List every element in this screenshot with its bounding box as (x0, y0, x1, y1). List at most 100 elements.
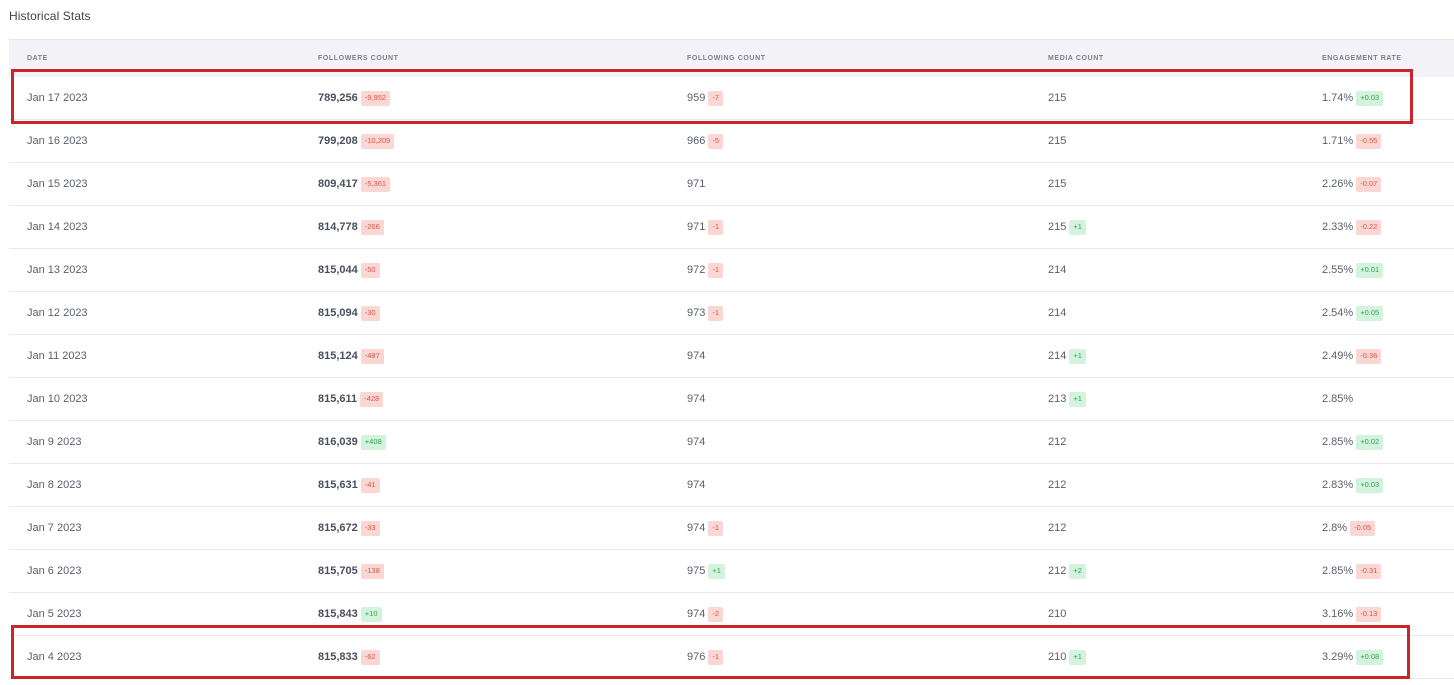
table-row: Jan 12 2023 815,094 -30 973 -1 214 2.54% +0.05 (9, 292, 1454, 335)
engagement-cell: 2.85% (1322, 393, 1454, 405)
media-delta-badge: +1 (1069, 649, 1086, 665)
following-value: 972 (687, 264, 706, 276)
media-cell: 215 +1 (1030, 219, 1322, 235)
date-value: Jan 6 2023 (27, 565, 82, 577)
followers-value: 815,833 (318, 651, 358, 663)
following-cell: 959 -7 (669, 90, 1030, 106)
media-cell: 212 +2 (1030, 563, 1322, 579)
date-cell-content: Jan 12 2023 (27, 307, 300, 319)
date-value: Jan 7 2023 (27, 522, 82, 534)
followers-cell: 814,778 -266 (300, 219, 669, 235)
following-value: 974 (687, 436, 706, 448)
following-value: 973 (687, 307, 706, 319)
followers-delta-badge: -50 (360, 262, 380, 278)
date-cell-content: Jan 11 2023 (27, 350, 300, 362)
engagement-value: 2.85% (1322, 436, 1354, 448)
following-cell-content: 974 -1 (687, 520, 1030, 536)
following-value: 974 (687, 608, 706, 620)
following-cell: 973 -1 (669, 305, 1030, 321)
followers-cell: 815,833 -62 (300, 649, 669, 665)
engagement-cell-content: 1.71% -0.55 (1322, 133, 1382, 149)
header-following[interactable]: FOLLOWING COUNT (669, 55, 1030, 62)
followers-value: 815,124 (318, 350, 358, 362)
followers-cell-content: 815,611 -428 (318, 391, 669, 407)
followers-delta-badge: -62 (360, 649, 380, 665)
engagement-delta-badge: +0.08 (1356, 649, 1384, 665)
date-cell-content: Jan 10 2023 (27, 393, 300, 405)
engagement-cell-content: 2.85% -0.31 (1322, 563, 1382, 579)
following-value: 974 (687, 522, 706, 534)
engagement-cell: 3.29% +0.08 (1322, 649, 1454, 665)
date-cell: Jan 9 2023 (9, 436, 300, 448)
media-cell-content: 212 +2 (1048, 563, 1322, 579)
header-date[interactable]: DATE (9, 55, 300, 62)
table-row: Jan 4 2023 815,833 -62 976 -1 210 +1 3.29% +0.08 (9, 636, 1454, 679)
media-delta-badge: +2 (1069, 563, 1086, 579)
followers-cell: 815,631 -41 (300, 477, 669, 493)
date-value: Jan 15 2023 (27, 178, 88, 190)
media-value: 214 (1048, 350, 1067, 362)
media-value: 212 (1048, 565, 1067, 577)
followers-value: 799,208 (318, 135, 358, 147)
date-cell-content: Jan 6 2023 (27, 565, 300, 577)
media-value: 215 (1048, 135, 1067, 147)
media-value: 214 (1048, 264, 1067, 276)
engagement-value: 2.33% (1322, 221, 1354, 233)
table-row: Jan 17 2023 789,256 -9,952 959 -7 215 1.74% +0.… (9, 77, 1454, 120)
media-cell-content: 213 +1 (1048, 391, 1322, 407)
header-followers[interactable]: FOLLOWERS COUNT (300, 55, 669, 62)
following-value: 959 (687, 92, 706, 104)
table-row: Jan 6 2023 815,705 -138 975 +1 212 +2 2.85% -0.3… (9, 550, 1454, 593)
engagement-delta-badge: +0.03 (1356, 477, 1384, 493)
engagement-delta-badge: -0.07 (1356, 176, 1382, 192)
engagement-cell: 2.85% +0.02 (1322, 434, 1454, 450)
following-cell: 974 -1 (669, 520, 1030, 536)
engagement-delta-badge: +0.03 (1356, 90, 1384, 106)
followers-cell: 799,208 -10,209 (300, 133, 669, 149)
engagement-cell-content: 2.26% -0.07 (1322, 176, 1382, 192)
date-cell-content: Jan 17 2023 (27, 92, 300, 104)
engagement-delta-badge: -0.31 (1356, 563, 1382, 579)
following-delta-badge: -2 (708, 606, 724, 622)
engagement-delta-badge: -0.55 (1356, 133, 1382, 149)
followers-cell: 815,611 -428 (300, 391, 669, 407)
date-cell-content: Jan 4 2023 (27, 651, 300, 663)
date-value: Jan 8 2023 (27, 479, 82, 491)
engagement-cell: 2.54% +0.05 (1322, 305, 1454, 321)
followers-delta-badge: -5,361 (360, 176, 391, 192)
media-delta-badge: +1 (1069, 391, 1086, 407)
date-cell: Jan 6 2023 (9, 565, 300, 577)
header-engagement[interactable]: ENGAGEMENT RATE (1322, 55, 1454, 62)
engagement-value: 2.54% (1322, 307, 1354, 319)
media-value: 214 (1048, 307, 1067, 319)
table-body: Jan 17 2023 789,256 -9,952 959 -7 215 1.74% +0.… (9, 77, 1454, 679)
media-cell: 212 (1030, 522, 1322, 534)
table-row: Jan 11 2023 815,124 -487 974 214 +1 2.49% -0.36 (9, 335, 1454, 378)
header-media[interactable]: MEDIA COUNT (1030, 55, 1322, 62)
media-cell: 214 (1030, 307, 1322, 319)
table-row: Jan 5 2023 815,843 +10 974 -2 210 3.16% -0.13 (9, 593, 1454, 636)
followers-cell: 816,039 +408 (300, 434, 669, 450)
media-cell-content: 215 (1048, 92, 1322, 104)
engagement-delta-badge: -0.13 (1356, 606, 1382, 622)
table-row: Jan 9 2023 816,039 +408 974 212 2.85% +0.02 (9, 421, 1454, 464)
historical-stats-page: Historical Stats DATE FOLLOWERS COUNT FO… (0, 0, 1454, 685)
followers-delta-badge: +10 (360, 606, 382, 622)
media-value: 215 (1048, 92, 1067, 104)
following-delta-badge: -1 (708, 520, 724, 536)
followers-cell-content: 815,672 -33 (318, 520, 669, 536)
following-cell-content: 972 -1 (687, 262, 1030, 278)
following-cell: 974 (669, 350, 1030, 362)
media-value: 210 (1048, 651, 1067, 663)
following-cell-content: 974 (687, 350, 1030, 362)
date-value: Jan 12 2023 (27, 307, 88, 319)
media-cell: 210 (1030, 608, 1322, 620)
engagement-cell-content: 2.54% +0.05 (1322, 305, 1384, 321)
date-cell-content: Jan 13 2023 (27, 264, 300, 276)
date-cell: Jan 17 2023 (9, 92, 300, 104)
following-cell: 966 -5 (669, 133, 1030, 149)
followers-cell: 815,094 -30 (300, 305, 669, 321)
followers-value: 815,672 (318, 522, 358, 534)
engagement-cell-content: 2.85% (1322, 393, 1353, 405)
followers-value: 814,778 (318, 221, 358, 233)
